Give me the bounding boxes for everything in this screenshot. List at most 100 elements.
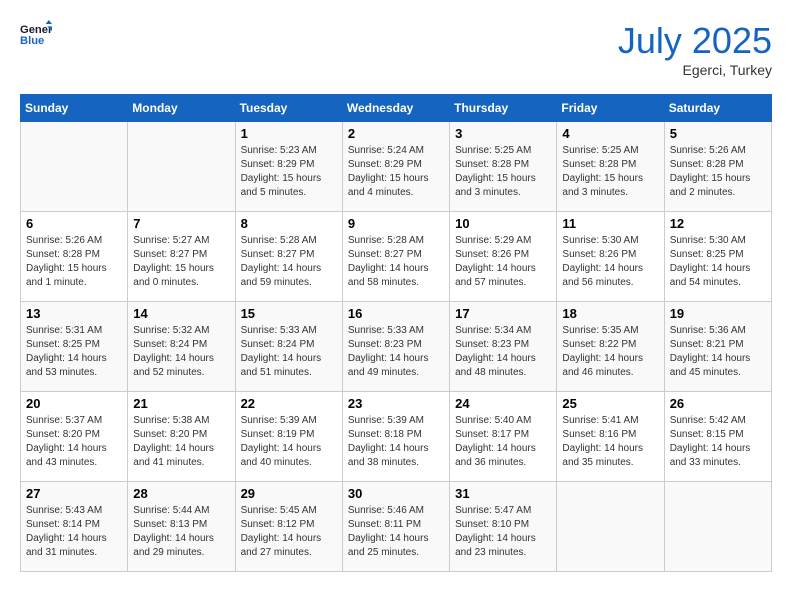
day-number: 3 — [455, 126, 551, 141]
cell-content: Sunrise: 5:27 AMSunset: 8:27 PMDaylight:… — [133, 234, 229, 290]
cell-content: Sunrise: 5:30 AMSunset: 8:26 PMDaylight:… — [562, 234, 658, 290]
calendar-cell: 7 Sunrise: 5:27 AMSunset: 8:27 PMDaylight… — [128, 212, 235, 302]
weekday-header-monday: Monday — [128, 95, 235, 122]
cell-content: Sunrise: 5:33 AMSunset: 8:23 PMDaylight:… — [348, 324, 444, 380]
page-header: General Blue July 2025 Egerci, Turkey — [20, 20, 772, 78]
weekday-header-friday: Friday — [557, 95, 664, 122]
day-number: 4 — [562, 126, 658, 141]
day-number: 5 — [670, 126, 766, 141]
calendar-cell — [664, 482, 771, 572]
cell-content: Sunrise: 5:46 AMSunset: 8:11 PMDaylight:… — [348, 504, 444, 560]
cell-content: Sunrise: 5:30 AMSunset: 8:25 PMDaylight:… — [670, 234, 766, 290]
calendar-cell: 12 Sunrise: 5:30 AMSunset: 8:25 PMDayligh… — [664, 212, 771, 302]
cell-content: Sunrise: 5:25 AMSunset: 8:28 PMDaylight:… — [562, 144, 658, 200]
weekday-header-saturday: Saturday — [664, 95, 771, 122]
week-row-5: 27 Sunrise: 5:43 AMSunset: 8:14 PMDayligh… — [21, 482, 772, 572]
day-number: 8 — [241, 216, 337, 231]
logo: General Blue — [20, 20, 52, 48]
location: Egerci, Turkey — [618, 62, 772, 78]
calendar-cell: 11 Sunrise: 5:30 AMSunset: 8:26 PMDayligh… — [557, 212, 664, 302]
calendar-cell: 9 Sunrise: 5:28 AMSunset: 8:27 PMDaylight… — [342, 212, 449, 302]
week-row-3: 13Sunrise: 5:31 AMSunset: 8:25 PMDayligh… — [21, 302, 772, 392]
calendar-cell: 20 Sunrise: 5:37 AMSunset: 8:20 PMDayligh… — [21, 392, 128, 482]
cell-content: Sunrise: 5:25 AMSunset: 8:28 PMDaylight:… — [455, 144, 551, 200]
cell-content: Sunrise: 5:28 AMSunset: 8:27 PMDaylight:… — [348, 234, 444, 290]
calendar-cell: 25 Sunrise: 5:41 AMSunset: 8:16 PMDayligh… — [557, 392, 664, 482]
cell-content: Sunrise: 5:42 AMSunset: 8:15 PMDaylight:… — [670, 414, 766, 470]
calendar-cell — [557, 482, 664, 572]
cell-content: Sunrise: 5:40 AMSunset: 8:17 PMDaylight:… — [455, 414, 551, 470]
weekday-header-wednesday: Wednesday — [342, 95, 449, 122]
week-row-2: 6 Sunrise: 5:26 AMSunset: 8:28 PMDaylight… — [21, 212, 772, 302]
cell-content: Sunrise: 5:36 AMSunset: 8:21 PMDaylight:… — [670, 324, 766, 380]
cell-content: Sunrise: 5:26 AMSunset: 8:28 PMDaylight:… — [670, 144, 766, 200]
cell-content: Sunrise: 5:26 AMSunset: 8:28 PMDaylight:… — [26, 234, 122, 290]
calendar-cell — [128, 122, 235, 212]
calendar-cell: 6 Sunrise: 5:26 AMSunset: 8:28 PMDaylight… — [21, 212, 128, 302]
day-number: 7 — [133, 216, 229, 231]
day-number: 2 — [348, 126, 444, 141]
calendar-cell — [21, 122, 128, 212]
week-row-1: 1 Sunrise: 5:23 AMSunset: 8:29 PMDaylight… — [21, 122, 772, 212]
calendar-cell: 8 Sunrise: 5:28 AMSunset: 8:27 PMDaylight… — [235, 212, 342, 302]
day-number: 18 — [562, 306, 658, 321]
logo-icon: General Blue — [20, 20, 52, 48]
day-number: 31 — [455, 486, 551, 501]
cell-content: Sunrise: 5:28 AMSunset: 8:27 PMDaylight:… — [241, 234, 337, 290]
calendar-cell: 17 Sunrise: 5:34 AMSunset: 8:23 PMDayligh… — [450, 302, 557, 392]
day-number: 19 — [670, 306, 766, 321]
calendar-cell: 23Sunrise: 5:39 AMSunset: 8:18 PMDayligh… — [342, 392, 449, 482]
weekday-header-tuesday: Tuesday — [235, 95, 342, 122]
day-number: 25 — [562, 396, 658, 411]
cell-content: Sunrise: 5:43 AMSunset: 8:14 PMDaylight:… — [26, 504, 122, 560]
cell-content: Sunrise: 5:33 AMSunset: 8:24 PMDaylight:… — [241, 324, 337, 380]
day-number: 9 — [348, 216, 444, 231]
week-row-4: 20 Sunrise: 5:37 AMSunset: 8:20 PMDayligh… — [21, 392, 772, 482]
day-number: 27 — [26, 486, 122, 501]
day-number: 17 — [455, 306, 551, 321]
day-number: 22 — [241, 396, 337, 411]
day-number: 20 — [26, 396, 122, 411]
calendar-cell: 31Sunrise: 5:47 AMSunset: 8:10 PMDayligh… — [450, 482, 557, 572]
day-number: 29 — [241, 486, 337, 501]
calendar-cell: 2 Sunrise: 5:24 AMSunset: 8:29 PMDaylight… — [342, 122, 449, 212]
calendar-cell: 27 Sunrise: 5:43 AMSunset: 8:14 PMDayligh… — [21, 482, 128, 572]
calendar-cell: 14Sunrise: 5:32 AMSunset: 8:24 PMDayligh… — [128, 302, 235, 392]
cell-content: Sunrise: 5:44 AMSunset: 8:13 PMDaylight:… — [133, 504, 229, 560]
cell-content: Sunrise: 5:34 AMSunset: 8:23 PMDaylight:… — [455, 324, 551, 380]
day-number: 10 — [455, 216, 551, 231]
cell-content: Sunrise: 5:39 AMSunset: 8:19 PMDaylight:… — [241, 414, 337, 470]
cell-content: Sunrise: 5:38 AMSunset: 8:20 PMDaylight:… — [133, 414, 229, 470]
cell-content: Sunrise: 5:29 AMSunset: 8:26 PMDaylight:… — [455, 234, 551, 290]
calendar-cell: 3 Sunrise: 5:25 AMSunset: 8:28 PMDaylight… — [450, 122, 557, 212]
svg-text:General: General — [20, 24, 52, 36]
calendar-cell: 5 Sunrise: 5:26 AMSunset: 8:28 PMDaylight… — [664, 122, 771, 212]
month-title: July 2025 — [618, 20, 772, 62]
day-number: 30 — [348, 486, 444, 501]
day-number: 1 — [241, 126, 337, 141]
calendar-cell: 16 Sunrise: 5:33 AMSunset: 8:23 PMDayligh… — [342, 302, 449, 392]
day-number: 14 — [133, 306, 229, 321]
calendar-cell: 28Sunrise: 5:44 AMSunset: 8:13 PMDayligh… — [128, 482, 235, 572]
calendar-cell: 18 Sunrise: 5:35 AMSunset: 8:22 PMDayligh… — [557, 302, 664, 392]
svg-text:Blue: Blue — [20, 35, 44, 47]
day-number: 11 — [562, 216, 658, 231]
calendar-cell: 13Sunrise: 5:31 AMSunset: 8:25 PMDayligh… — [21, 302, 128, 392]
cell-content: Sunrise: 5:24 AMSunset: 8:29 PMDaylight:… — [348, 144, 444, 200]
day-number: 16 — [348, 306, 444, 321]
calendar-cell: 29Sunrise: 5:45 AMSunset: 8:12 PMDayligh… — [235, 482, 342, 572]
day-number: 26 — [670, 396, 766, 411]
calendar-cell: 21Sunrise: 5:38 AMSunset: 8:20 PMDayligh… — [128, 392, 235, 482]
calendar-cell: 26 Sunrise: 5:42 AMSunset: 8:15 PMDayligh… — [664, 392, 771, 482]
day-number: 12 — [670, 216, 766, 231]
day-number: 6 — [26, 216, 122, 231]
weekday-header-sunday: Sunday — [21, 95, 128, 122]
cell-content: Sunrise: 5:37 AMSunset: 8:20 PMDaylight:… — [26, 414, 122, 470]
cell-content: Sunrise: 5:39 AMSunset: 8:18 PMDaylight:… — [348, 414, 444, 470]
day-number: 15 — [241, 306, 337, 321]
cell-content: Sunrise: 5:41 AMSunset: 8:16 PMDaylight:… — [562, 414, 658, 470]
cell-content: Sunrise: 5:35 AMSunset: 8:22 PMDaylight:… — [562, 324, 658, 380]
cell-content: Sunrise: 5:23 AMSunset: 8:29 PMDaylight:… — [241, 144, 337, 200]
calendar-cell: 15 Sunrise: 5:33 AMSunset: 8:24 PMDayligh… — [235, 302, 342, 392]
calendar-cell: 1 Sunrise: 5:23 AMSunset: 8:29 PMDaylight… — [235, 122, 342, 212]
